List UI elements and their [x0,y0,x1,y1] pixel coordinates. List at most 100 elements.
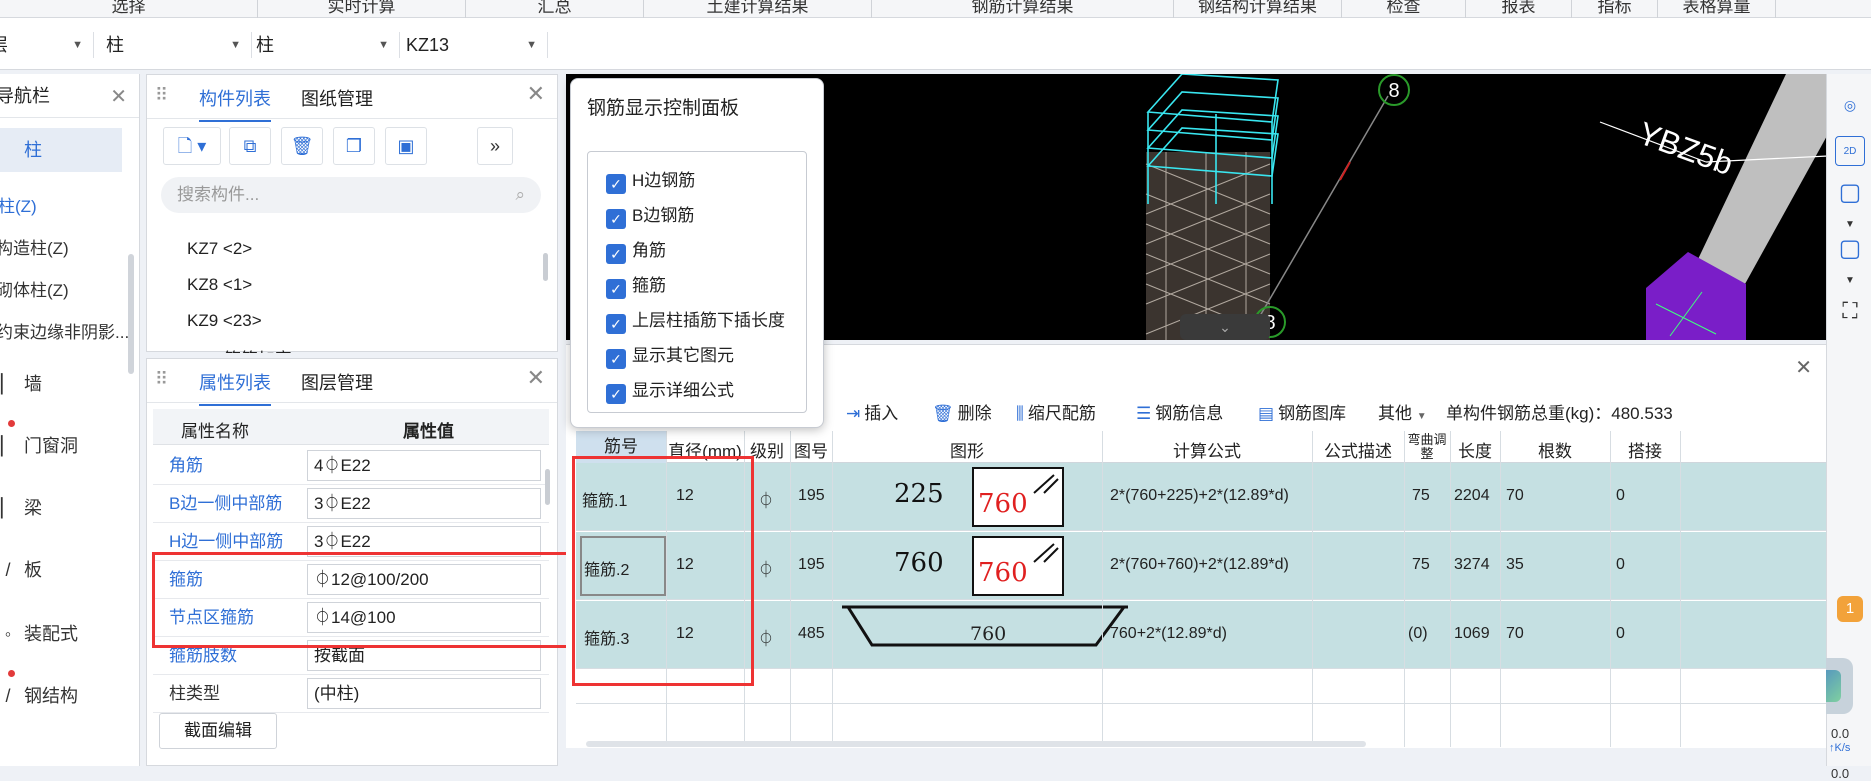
nav-cat-beam[interactable]: ▏ 梁 [0,494,122,520]
menu-table-qty[interactable]: 表格算量 [1658,0,1776,18]
table-row[interactable]: 箍筋.1 12 ⏀ 195 225 760 2*(760+225)+2*(12.… [576,463,1826,531]
close-icon[interactable]: ✕ [1795,355,1812,380]
property-value-input[interactable]: 3⏀E22 [307,488,541,519]
notification-badge[interactable]: 1 [1837,596,1863,622]
right-toolbar: ◎ 2D ▢ ▼ ▢ ▼ ⛶ 1 0.0 ↑K/s 0.0 [1797,74,1871,781]
orbit-icon[interactable]: ◎ [1835,90,1865,120]
checkbox-dowel-length[interactable]: ✓ 上层柱插筋下插长度 [606,306,785,334]
stirrup-shape: 760 [972,536,1064,596]
drag-grip-icon[interactable]: ⠿ [155,85,168,106]
table-row[interactable] [576,670,1826,704]
checkbox-stirrup[interactable]: ✓ 箍筋 [606,271,666,299]
list-item[interactable]: KZ8 <1> [187,275,252,295]
close-icon[interactable]: ✕ [527,365,545,391]
element-label: YBZ5b [1634,115,1738,182]
list-item[interactable]: KZ9-箍筋加密 <1> [187,345,326,353]
menu-summary[interactable]: 汇总 [466,0,644,18]
tab-component-list[interactable]: 构件列表 [199,85,271,122]
checkbox-b-side-rebar[interactable]: ✓ B边钢筋 [606,201,694,229]
menu-steel-results[interactable]: 钢结构计算结果 [1174,0,1342,18]
menu-select[interactable]: 选择 [0,0,258,18]
more-button[interactable]: » [477,127,513,165]
selector-row: 层▼ 柱▼ 柱▼ KZ13▼ [0,18,1871,70]
toolbar-divider [1837,334,1863,342]
nav-sub-constructional-column[interactable]: 构造柱(Z) [0,234,69,259]
tab-drawing-management[interactable]: 图纸管理 [301,85,373,111]
checkbox-show-other-elements[interactable]: ✓ 显示其它图元 [606,341,734,369]
trash-icon: 🗑 [932,404,954,423]
menu-report[interactable]: 报表 [1466,0,1572,18]
list-item[interactable]: KZ9 <23> [187,311,262,331]
nav-cat-prefab[interactable]: ◦ 装配式 [0,620,122,646]
nav-cat-wall[interactable]: ▏ 墙 [0,370,122,396]
property-value-input[interactable]: (中柱) [307,678,541,709]
menu-index[interactable]: 指标 [1572,0,1658,18]
table-row[interactable]: 箍筋.3 12 ⏀ 485 760 760+2*(12.89*d) (0) 10… [576,601,1826,669]
scale-rebar-button[interactable]: ⫼ 缩尺配筋 [1016,399,1096,424]
cell-grade: ⏀ [758,493,775,510]
cell-figure-no: 195 [798,487,825,504]
nav-scrollbar[interactable] [128,254,134,374]
nav-cat-slab[interactable]: / 板 [0,556,122,582]
table-row[interactable]: 箍筋.2 12 ⏀ 195 760 760 2*(760+760)+2*(12.… [576,532,1826,600]
tab-property-list[interactable]: 属性列表 [199,369,271,406]
list-item[interactable]: KZ7 <2> [187,239,252,259]
search-input[interactable]: 搜索构件... ⌕ [161,177,541,213]
header-property-value: 属性值 [403,422,454,441]
insert-button[interactable]: ⇥ 插入 [846,399,898,424]
close-icon[interactable]: ✕ [110,84,127,109]
drag-grip-icon[interactable]: ⠿ [155,369,168,390]
delete-button[interactable]: 🗑 [281,127,323,165]
new-component-button[interactable]: 🗋 ▾ [163,127,221,165]
nav-cat-steel[interactable]: / 钢结构 [0,682,122,708]
view-2d-button[interactable]: 2D [1835,136,1865,166]
toolbar-label: 其他 [1378,404,1412,423]
cell-lap: 0 [1616,556,1625,573]
tab-layer-management[interactable]: 图层管理 [301,369,373,395]
floor-select[interactable]: 层▼ [0,32,94,58]
delete-row-button[interactable]: 🗑 删除 [932,399,992,424]
duplicate-button[interactable]: ❐ [333,127,375,165]
close-icon[interactable]: ✕ [527,81,545,107]
checkbox-h-side-rebar[interactable]: ✓ H边钢筋 [606,166,695,194]
type-select[interactable]: 柱 ▼ [104,32,252,58]
checkbox-corner-rebar[interactable]: ✓ 角筋 [606,236,666,264]
component-select[interactable]: KZ13 ▼ [400,32,548,58]
other-menu[interactable]: 其他 ▼ [1378,399,1427,424]
menu-realtime-calc[interactable]: 实时计算 [258,0,466,18]
nav-item-column[interactable]: 柱 [0,128,122,172]
copy-button[interactable]: ⧉ [229,127,271,165]
view-cube-icon[interactable]: ▢ [1835,178,1865,208]
menu-check[interactable]: 检查 [1342,0,1466,18]
checkbox-show-detailed-formula[interactable]: ✓ 显示详细公式 [606,376,734,404]
property-value-input[interactable]: 4⏀E22 [307,450,541,481]
nav-sub-column[interactable]: 柱(Z) [0,192,37,217]
menu-rebar-results[interactable]: 钢筋计算结果 [872,0,1174,18]
table-row: B边一侧中部筋 3⏀E22 [153,485,549,523]
fullscreen-icon[interactable]: ⛶ [1835,296,1865,326]
nav-sub-masonry-column[interactable]: 砌体柱(Z) [0,276,69,301]
checkbox-label: H边钢筋 [632,171,696,190]
column-divider [790,431,791,747]
table-row: 角筋 4⏀E22 [153,447,549,485]
grid-scrollbar[interactable] [586,741,1366,747]
box-view-icon[interactable]: ▢ [1835,234,1865,264]
list-scrollbar[interactable] [543,253,548,281]
steel-icon: / [5,686,11,706]
property-scrollbar[interactable] [545,469,550,505]
save-template-button[interactable]: ▣ [385,127,427,165]
nav-cat-door-window[interactable]: ▏ 门窗洞 [0,432,122,458]
rebar-info-button[interactable]: ☰ 钢筋信息 [1136,399,1223,424]
nav-sub-boundary-element[interactable]: 约束边缘非阴影... [0,318,129,343]
search-placeholder: 搜索构件... [177,185,260,204]
menu-civil-results[interactable]: 土建计算结果 [644,0,872,18]
cell-figure-no: 485 [798,625,825,642]
rebar-library-button[interactable]: ▤ 钢筋图库 [1258,399,1346,424]
subtype-select[interactable]: 柱 ▼ [252,32,400,58]
chevron-down-icon[interactable]: ▼ [1835,266,1865,296]
section-edit-button[interactable]: 截面编辑 [159,713,277,749]
checkmark-icon: ✓ [606,349,626,369]
property-name: 柱类型 [169,684,220,703]
col-lap: 搭接 [1628,442,1662,461]
nav-panel: 导航栏 ✕ 柱 柱(Z) 构造柱(Z) 砌体柱(Z) 约束边缘非阴影... ▏ 墙… [0,74,140,766]
